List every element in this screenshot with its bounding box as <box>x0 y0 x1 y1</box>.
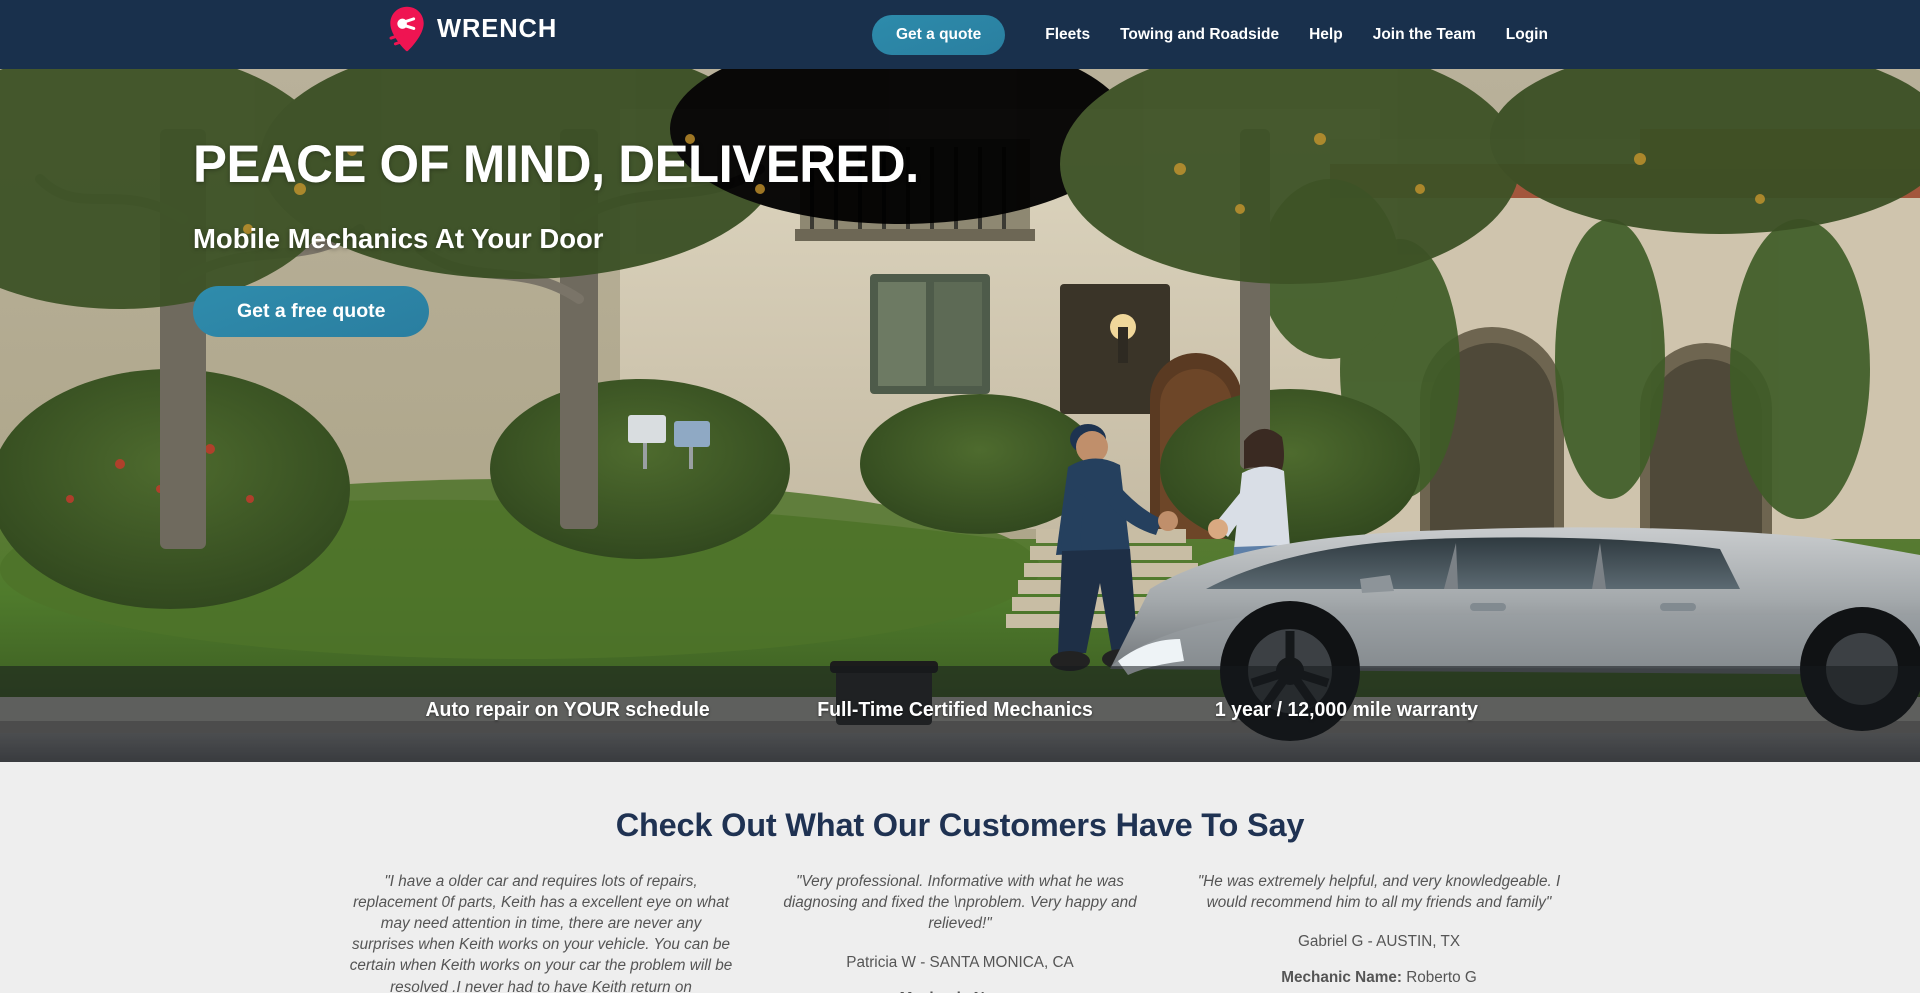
nav-links-group: Get a quote Fleets Towing and Roadside H… <box>872 0 1563 69</box>
nav-link-towing-and-roadside[interactable]: Towing and Roadside <box>1105 26 1294 44</box>
nav-link-login[interactable]: Login <box>1491 26 1563 44</box>
testimonial-author: Patricia W - SANTA MONICA, CA <box>846 954 1074 972</box>
testimonials-grid: "I have a older car and requires lots of… <box>0 871 1920 993</box>
testimonial-quote: "Very professional. Informative with wha… <box>783 873 1137 933</box>
testimonial-quote: "He was extremely helpful, and very know… <box>1197 873 1561 912</box>
testimonial-card: "I have a older car and requires lots of… <box>350 871 733 993</box>
hero-feature-strip: Auto repair on YOUR schedule Full-Time C… <box>0 666 1920 762</box>
hero-section: PEACE OF MIND, DELIVERED. Mobile Mechani… <box>0 69 1920 762</box>
testimonial-card: "He was extremely helpful, and very know… <box>1188 871 1571 993</box>
testimonial-quote: "I have a older car and requires lots of… <box>349 873 733 993</box>
get-a-free-quote-button[interactable]: Get a free quote <box>193 285 430 337</box>
feature-item-schedule: Auto repair on YOUR schedule <box>425 698 710 721</box>
hero-content: PEACE OF MIND, DELIVERED. Mobile Mechani… <box>193 137 949 337</box>
brand-name: WRENCH <box>437 14 558 43</box>
nav-link-help[interactable]: Help <box>1294 26 1358 44</box>
nav-link-join-the-team[interactable]: Join the Team <box>1358 26 1491 44</box>
testimonial-mechanic-label: Mechanic Name: <box>1281 969 1402 987</box>
nav-link-fleets[interactable]: Fleets <box>1030 26 1105 44</box>
testimonials-section: Check Out What Our Customers Have To Say… <box>0 762 1920 993</box>
map-pin-wrench-icon <box>388 6 426 52</box>
hero-subheadline: Mobile Mechanics At Your Door <box>193 222 604 254</box>
feature-item-certified-mechanics: Full-Time Certified Mechanics <box>817 698 1093 721</box>
hero-headline: PEACE OF MIND, DELIVERED. <box>193 135 919 194</box>
get-a-quote-button[interactable]: Get a quote <box>872 14 1006 55</box>
testimonials-heading: Check Out What Our Customers Have To Say <box>615 807 1305 843</box>
testimonial-author: Gabriel G - AUSTIN, TX <box>1297 933 1461 951</box>
brand-logo-link[interactable]: WRENCH <box>388 6 557 52</box>
testimonial-mechanic: Mechanic Name: Roberto G <box>1188 969 1571 987</box>
top-navigation-bar: WRENCH Get a quote Fleets Towing and Roa… <box>0 0 1920 69</box>
feature-item-warranty: 1 year / 12,000 mile warranty <box>1214 698 1479 721</box>
testimonial-mechanic-name: Roberto G <box>1406 969 1477 987</box>
testimonial-card: "Very professional. Informative with wha… <box>769 871 1152 993</box>
